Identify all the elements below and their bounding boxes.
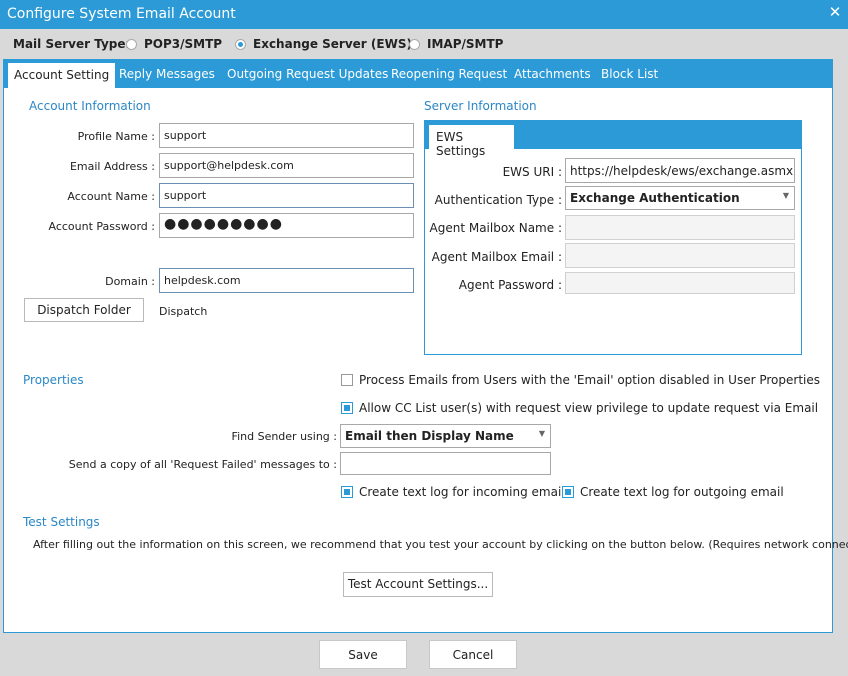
checkbox-checked-icon — [341, 402, 353, 414]
authentication-type-value: Exchange Authentication — [570, 191, 740, 205]
tab-block-list[interactable]: Block List — [601, 67, 658, 81]
agent-password-field[interactable] — [565, 272, 795, 294]
account-name-field[interactable]: support — [159, 183, 414, 208]
radio-imap-label: IMAP/SMTP — [427, 37, 504, 51]
process-emails-checkbox[interactable]: Process Emails from Users with the 'Emai… — [341, 373, 820, 387]
radio-unchecked-icon — [409, 38, 420, 50]
email-address-field[interactable]: support@helpdesk.com — [159, 153, 414, 178]
tab-attachments[interactable]: Attachments — [514, 67, 591, 81]
process-emails-label: Process Emails from Users with the 'Emai… — [359, 373, 820, 387]
log-outgoing-checkbox[interactable]: Create text log for outgoing email — [562, 485, 784, 499]
mail-server-type-label: Mail Server Type: — [13, 37, 131, 51]
server-information-title: Server Information — [424, 99, 537, 113]
tab-strip: Account Setting Reply Messages Outgoing … — [3, 59, 833, 88]
profile-name-label: Profile Name : — [77, 130, 155, 143]
authentication-type-label: Authentication Type : — [434, 193, 562, 207]
domain-field[interactable]: helpdesk.com — [159, 268, 414, 293]
radio-unchecked-icon — [126, 38, 137, 50]
account-password-label: Account Password : — [48, 220, 156, 233]
test-account-settings-button[interactable]: Test Account Settings... — [343, 572, 493, 597]
checkbox-checked-icon — [341, 486, 353, 498]
checkbox-unchecked-icon — [341, 374, 353, 386]
agent-password-label: Agent Password : — [458, 278, 562, 292]
log-outgoing-label: Create text log for outgoing email — [580, 485, 784, 499]
tab-ews-settings[interactable]: EWS Settings — [429, 125, 514, 158]
configure-email-dialog: Configure System Email Account ✕ Mail Se… — [0, 0, 848, 676]
find-sender-label: Find Sender using : — [231, 430, 337, 443]
radio-pop3-smtp[interactable]: POP3/SMTP — [126, 37, 222, 51]
domain-label: Domain : — [105, 275, 155, 288]
cancel-button[interactable]: Cancel — [429, 640, 517, 669]
authentication-type-dropdown[interactable]: Exchange Authentication ▼ — [565, 186, 795, 210]
save-button[interactable]: Save — [319, 640, 407, 669]
test-settings-description: After filling out the information on thi… — [33, 538, 848, 551]
checkbox-checked-icon — [562, 486, 574, 498]
allow-cc-checkbox[interactable]: Allow CC List user(s) with request view … — [341, 401, 818, 415]
chevron-down-icon: ▼ — [538, 429, 545, 438]
properties-title: Properties — [23, 373, 84, 387]
ews-uri-label: EWS URI : — [502, 165, 562, 179]
test-settings-title: Test Settings — [23, 515, 100, 529]
chevron-down-icon: ▼ — [782, 191, 789, 200]
agent-mailbox-email-field[interactable] — [565, 243, 795, 268]
ews-uri-field[interactable]: https://helpdesk/ews/exchange.asmx — [565, 158, 795, 183]
dispatch-folder-value: Dispatch — [159, 305, 208, 318]
log-incoming-checkbox[interactable]: Create text log for incoming email — [341, 485, 565, 499]
find-sender-value: Email then Display Name — [345, 429, 514, 443]
agent-mailbox-name-label: Agent Mailbox Name : — [429, 221, 562, 235]
copy-failed-field[interactable] — [340, 452, 551, 475]
account-password-field[interactable]: ●●●●●●●●● — [159, 213, 414, 238]
radio-exchange-label: Exchange Server (EWS) — [253, 37, 412, 51]
copy-failed-label: Send a copy of all 'Request Failed' mess… — [68, 458, 337, 471]
log-incoming-label: Create text log for incoming email — [359, 485, 565, 499]
account-information-title: Account Information — [29, 99, 151, 113]
find-sender-dropdown[interactable]: Email then Display Name ▼ — [340, 424, 551, 448]
email-address-label: Email Address : — [69, 160, 155, 173]
tab-outgoing-request-updates[interactable]: Outgoing Request Updates — [227, 67, 388, 81]
tab-account-setting[interactable]: Account Setting — [7, 62, 117, 88]
ews-tab-strip: EWS Settings — [425, 121, 801, 158]
close-icon[interactable]: ✕ — [826, 3, 844, 23]
agent-mailbox-name-field[interactable] — [565, 215, 795, 240]
tab-reopening-request[interactable]: Reopening Request — [391, 67, 507, 81]
radio-checked-icon — [235, 38, 246, 50]
dispatch-folder-button[interactable]: Dispatch Folder — [24, 298, 144, 322]
profile-name-field[interactable]: support — [159, 123, 414, 148]
tab-reply-messages[interactable]: Reply Messages — [119, 67, 215, 81]
account-name-label: Account Name : — [67, 190, 155, 203]
allow-cc-label: Allow CC List user(s) with request view … — [359, 401, 819, 415]
radio-exchange-ews[interactable]: Exchange Server (EWS) — [235, 37, 412, 51]
title-bar: Configure System Email Account ✕ — [0, 0, 848, 29]
agent-mailbox-email-label: Agent Mailbox Email : — [431, 250, 562, 264]
radio-pop3-label: POP3/SMTP — [144, 37, 223, 51]
radio-imap-smtp[interactable]: IMAP/SMTP — [409, 37, 503, 51]
mail-server-type-bar: Mail Server Type: POP3/SMTP Exchange Ser… — [0, 29, 848, 59]
window-title: Configure System Email Account — [7, 6, 236, 22]
